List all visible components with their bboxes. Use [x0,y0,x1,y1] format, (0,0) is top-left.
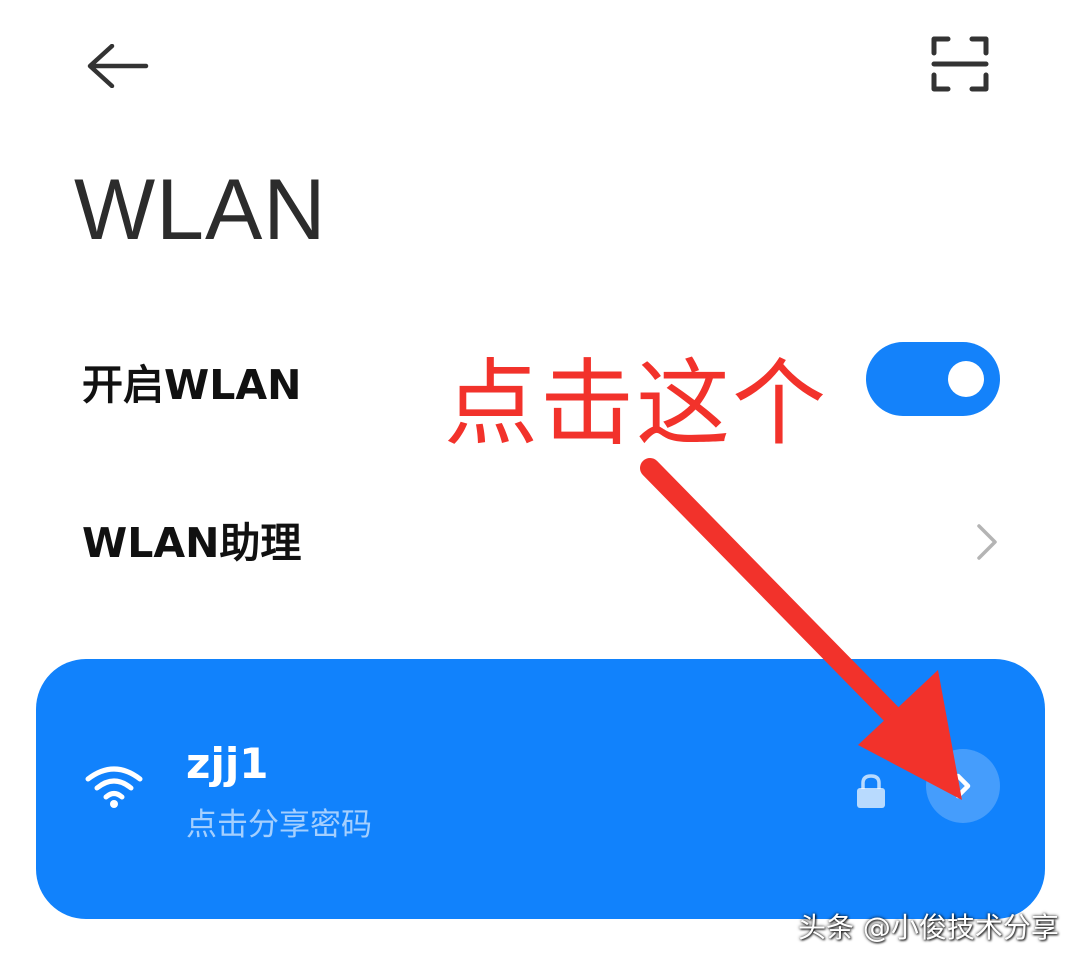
wlan-assistant-row[interactable]: WLAN助理 [0,490,1080,600]
annotation-text: 点击这个 [444,350,829,459]
connected-network-card[interactable]: zjj1 点击分享密码 [36,659,1045,919]
wlan-assistant-label: WLAN助理 [82,519,302,567]
wlan-toggle-switch[interactable] [866,342,1000,416]
network-detail-button[interactable] [926,749,1000,823]
watermark: 头条 @小俊技术分享 [798,911,1059,944]
wlan-toggle-label: 开启WLAN [82,361,302,409]
lock-icon [857,774,885,808]
scan-qr-icon [931,36,989,92]
share-password-hint[interactable]: 点击分享密码 [186,805,372,845]
chevron-right-icon [955,773,971,799]
scan-button[interactable] [914,22,1006,106]
network-ssid: zjj1 [186,739,269,788]
wifi-icon [85,766,143,808]
page-title: WLAN [74,162,327,258]
chevron-right-icon [977,524,997,560]
arrow-left-icon [87,44,149,88]
toggle-knob [948,361,984,397]
back-button[interactable] [70,28,166,104]
